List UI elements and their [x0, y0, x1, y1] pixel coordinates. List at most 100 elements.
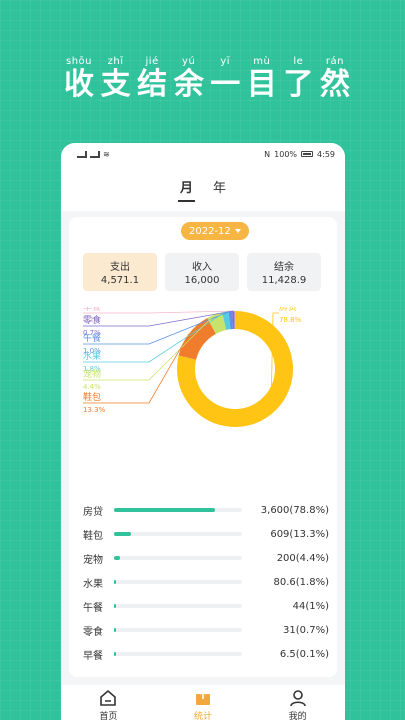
- hanzi-2: 结: [137, 67, 168, 102]
- amount-percent: (0.7%): [295, 624, 329, 636]
- summary-label: 收入: [192, 262, 212, 273]
- progress-fill: [114, 580, 117, 584]
- wifi-icon: ≋: [103, 149, 110, 159]
- donut-svg: 房贷78.8%早餐0.1%零食0.7%午餐1.0%水果1.8%宠物4.4%鞋包1…: [83, 301, 302, 427]
- list-item[interactable]: 午餐 44(1%): [83, 594, 329, 618]
- summary-label: 结余: [274, 262, 294, 273]
- stats-card: 2022-12 支出 4,571.1 收入 16,000 结余 11,428.9…: [69, 217, 337, 677]
- progress-fill: [114, 532, 132, 536]
- nav-label: 我的: [288, 712, 307, 720]
- nav-profile[interactable]: 我的: [268, 689, 328, 720]
- item-amount: 6.5(0.1%): [242, 649, 329, 660]
- slice-percent-1: 13.3%: [83, 406, 106, 414]
- hanzi-6: 了: [283, 67, 314, 102]
- item-amount: 31(0.7%): [242, 625, 329, 636]
- summary-balance[interactable]: 结余 11,428.9: [247, 253, 321, 291]
- pinyin-4: yī: [220, 56, 231, 67]
- clock: 4:59: [317, 149, 335, 159]
- status-right: N 100% 4:59: [264, 150, 335, 159]
- hanzi-1: 支: [100, 67, 131, 102]
- nav-label: 统计: [193, 712, 212, 720]
- amount-percent: (1.8%): [295, 576, 329, 588]
- slice-label-3: 水果: [83, 350, 101, 362]
- item-name: 鞋包: [83, 530, 103, 542]
- progress-track: [114, 508, 242, 512]
- caret-down-icon: [234, 229, 241, 233]
- nfc-icon: N: [264, 149, 271, 159]
- list-item[interactable]: 早餐 6.5(0.1%): [83, 642, 329, 666]
- amount-value: 3,600: [260, 504, 290, 516]
- slice-label-4: 午餐: [83, 332, 101, 344]
- label-line-6: [83, 310, 235, 314]
- amount-percent: (13.3%): [289, 528, 329, 540]
- battery-text: 100%: [274, 149, 298, 159]
- summary-value: 4,571.1: [100, 275, 140, 286]
- pinyin-7: rán: [325, 56, 344, 67]
- amount-value: 200: [276, 552, 296, 564]
- amount-value: 31: [283, 624, 296, 636]
- user-icon: [289, 690, 306, 707]
- nav-stats[interactable]: 统计: [173, 689, 233, 720]
- list-item[interactable]: 水果 80.6(1.8%): [83, 570, 329, 594]
- progress-track: [114, 580, 242, 584]
- summary-value: 11,428.9: [261, 275, 307, 286]
- headline-pinyin: shōu zhī jié yú yī mù le rán: [62, 56, 352, 67]
- category-list: 房贷 3,600(78.8%) 鞋包 609(13.3%) 宠物 200(4.4…: [83, 498, 329, 666]
- summary-value: 16,000: [184, 275, 220, 286]
- pinyin-3: yú: [182, 56, 196, 67]
- hanzi-3: 余: [173, 67, 204, 102]
- summary-income[interactable]: 收入 16,000: [165, 253, 239, 291]
- progress-fill: [114, 628, 116, 632]
- hanzi-5: 目: [246, 67, 277, 102]
- progress-track: [114, 532, 242, 536]
- list-item[interactable]: 房贷 3,600(78.8%): [83, 498, 329, 522]
- headline-title: 收 支 结 余 一 目 了 然: [62, 68, 352, 102]
- tab-year[interactable]: 年: [213, 177, 226, 200]
- slice-label-6: 早餐: [83, 307, 101, 313]
- status-bar: ≋ N 100% 4:59: [61, 143, 345, 165]
- item-amount: 3,600(78.8%): [242, 505, 329, 516]
- nav-home[interactable]: 首页: [78, 689, 138, 720]
- list-item[interactable]: 宠物 200(4.4%): [83, 546, 329, 570]
- tab-month[interactable]: 月: [177, 177, 196, 202]
- pinyin-1: zhī: [107, 56, 124, 67]
- item-name: 午餐: [83, 602, 103, 614]
- stats-icon: [195, 689, 210, 705]
- date-selector[interactable]: 2022-12: [181, 222, 249, 240]
- item-name: 房贷: [83, 506, 103, 518]
- item-amount: 44(1%): [242, 601, 329, 612]
- summary-expense[interactable]: 支出 4,571.1: [83, 253, 157, 291]
- slice-label-0: 房贷: [279, 307, 297, 313]
- pinyin-6: le: [293, 56, 304, 67]
- period-tabs: 月 年: [61, 165, 345, 211]
- progress-track: [114, 628, 242, 632]
- battery-icon: [301, 151, 314, 157]
- signal-icon: [77, 150, 87, 158]
- amount-value: 609: [270, 528, 290, 540]
- list-item[interactable]: 零食 31(0.7%): [83, 618, 329, 642]
- item-amount: 80.6(1.8%): [242, 577, 329, 588]
- nav-label: 首页: [99, 712, 118, 720]
- slice-label-5: 零食: [83, 314, 101, 326]
- list-item[interactable]: 鞋包 609(13.3%): [83, 522, 329, 546]
- amount-percent: (78.8%): [289, 504, 329, 516]
- pinyin-0: shōu: [65, 56, 92, 67]
- progress-fill: [114, 652, 116, 656]
- pinyin-5: mù: [253, 56, 271, 67]
- status-left: ≋: [77, 150, 110, 159]
- slice-percent-2: 4.4%: [83, 383, 101, 391]
- item-name: 零食: [83, 626, 103, 638]
- summary-row: 支出 4,571.1 收入 16,000 结余 11,428.9: [83, 253, 321, 291]
- item-amount: 609(13.3%): [242, 529, 329, 540]
- progress-track: [114, 556, 242, 560]
- amount-percent: (4.4%): [295, 552, 329, 564]
- slice-label-1: 鞋包: [83, 391, 101, 403]
- summary-label: 支出: [110, 262, 130, 273]
- item-name: 水果: [83, 578, 103, 590]
- amount-percent: (1%): [305, 600, 329, 612]
- signal-icon-2: [90, 150, 100, 158]
- slice-label-2: 宠物: [83, 368, 101, 380]
- pinyin-2: jié: [145, 56, 159, 67]
- home-icon: [100, 689, 117, 706]
- hanzi-7: 然: [319, 67, 350, 102]
